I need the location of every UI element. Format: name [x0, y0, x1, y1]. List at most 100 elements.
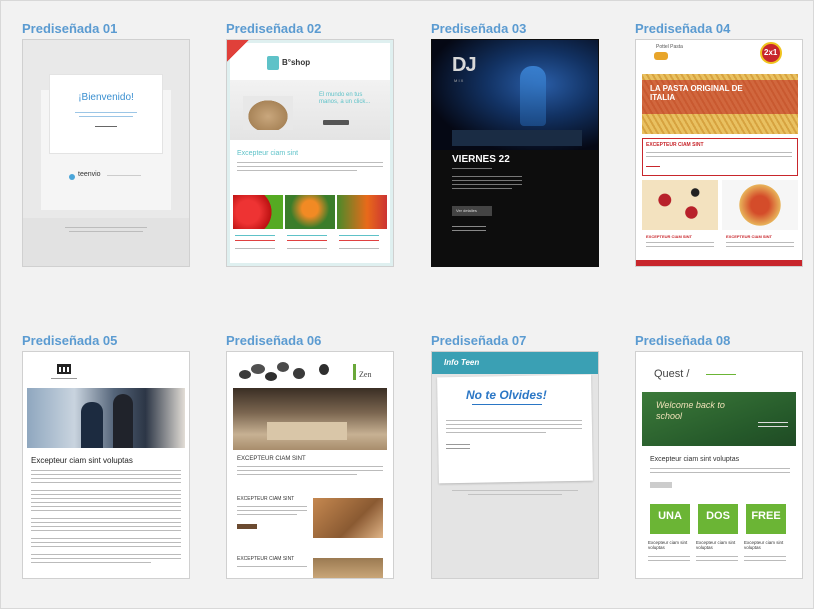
brand-logo-icon — [69, 174, 75, 180]
template-thumbnail[interactable]: Info Teen No te Olvides! — [431, 351, 599, 579]
template-title[interactable]: Prediseñada 06 — [226, 333, 321, 348]
stone-icon — [265, 372, 277, 381]
text-line — [648, 556, 690, 557]
text-line — [31, 558, 181, 559]
template-thumbnail[interactable]: Excepteur ciam sint voluptas — [22, 351, 190, 579]
bank-icon — [57, 364, 71, 374]
footer-line — [65, 227, 147, 228]
text-line — [726, 242, 794, 243]
text-line — [237, 170, 357, 171]
template-thumbnail[interactable]: Quest / Welcome back to school Excepteur… — [635, 351, 803, 579]
stone-icon — [239, 370, 251, 379]
dj-figure — [520, 66, 546, 126]
brand-name: teenvio — [78, 171, 101, 178]
text-line — [648, 560, 690, 561]
text-line — [31, 526, 181, 527]
text-line — [79, 116, 133, 117]
welcome-heading: ¡Bienvenido! — [78, 92, 134, 103]
text-line — [31, 506, 181, 507]
text-line — [452, 176, 522, 177]
template-title[interactable]: Prediseñada 03 — [431, 21, 526, 36]
person-figure — [81, 402, 103, 448]
text-line — [650, 468, 790, 469]
col1-title: EXCEPTEUR CIAM SINT — [646, 234, 693, 239]
brand-name: Pottel Pasta — [656, 44, 683, 50]
template-thumbnail[interactable]: B°shop El mundo en tus manos, a un click… — [226, 39, 394, 267]
footer-line — [468, 494, 562, 495]
template-thumbnail[interactable]: Zen EXCEPTEUR CIAM SINT EXCEPTEUR CIAM S… — [226, 351, 394, 579]
text-line — [446, 432, 546, 433]
text-line — [237, 162, 383, 163]
text-line — [31, 502, 181, 503]
courtyard-pool — [267, 422, 347, 440]
text-line — [237, 166, 383, 167]
reminder-heading: No te Olvides! — [466, 388, 547, 402]
column-3-title: Excepteur ciam sint voluptas — [744, 540, 784, 550]
template-thumbnail[interactable]: DJ M I X VIERNES 22 Ver detalles — [431, 39, 599, 267]
text-line — [744, 556, 786, 557]
section-heading: Excepteur ciam sint voluptas — [650, 456, 740, 463]
text-line — [287, 235, 327, 236]
article-heading: Excepteur ciam sint voluptas — [31, 456, 133, 465]
text-line — [75, 112, 137, 113]
text-line — [237, 470, 383, 471]
product-image-2 — [285, 195, 335, 229]
template-thumbnail[interactable]: Pottel Pasta 2x1 LA PASTA ORIGINAL DE IT… — [635, 39, 803, 267]
template-title[interactable]: Prediseñada 07 — [431, 333, 526, 348]
bow-icon — [654, 52, 668, 60]
text-line — [31, 494, 181, 495]
template-title[interactable]: Prediseñada 02 — [226, 21, 321, 36]
text-line — [237, 474, 357, 475]
footer-line — [69, 231, 143, 232]
price-line — [339, 240, 379, 241]
templates-gallery: Prediseñada 01 ¡Bienvenido! teenvio Pred… — [0, 0, 814, 609]
courtyard-photo — [233, 388, 387, 450]
text-line — [237, 466, 383, 467]
text-line — [744, 560, 786, 561]
template-title[interactable]: Prediseñada 01 — [22, 21, 117, 36]
details-button-label: Ver detalles — [456, 208, 477, 213]
stone-icon — [293, 368, 305, 379]
text-line — [446, 420, 582, 421]
badge-una-label: UNA — [658, 510, 682, 522]
footer — [23, 218, 189, 266]
heading-underline — [472, 404, 542, 405]
price-line — [287, 240, 327, 241]
text-line — [446, 428, 582, 429]
text-line — [31, 470, 181, 471]
text-line — [339, 235, 379, 236]
text-line — [31, 498, 181, 499]
chalkboard-text: Welcome back to school — [656, 400, 725, 421]
text-line — [31, 474, 181, 475]
business-photo — [27, 388, 185, 448]
template-title[interactable]: Prediseñada 05 — [22, 333, 117, 348]
text-line — [51, 378, 77, 379]
text-line — [31, 490, 181, 491]
stone-icon — [319, 364, 329, 375]
text-line — [646, 242, 714, 243]
text-line — [237, 506, 307, 507]
brand-name: Quest / — [654, 368, 690, 380]
text-line — [646, 152, 792, 153]
corner-ribbon — [227, 40, 249, 62]
dj-subtitle: M I X — [454, 78, 464, 83]
person-figure — [113, 394, 133, 448]
text-line — [31, 478, 181, 479]
text-line — [31, 542, 181, 543]
read-more-button — [650, 482, 672, 488]
text-line — [452, 168, 492, 169]
text-line — [31, 518, 181, 519]
template-title[interactable]: Prediseñada 04 — [635, 21, 730, 36]
pasta-plate-image — [722, 180, 798, 230]
spa-photo — [313, 558, 383, 578]
template-title[interactable]: Prediseñada 08 — [635, 333, 730, 348]
template-thumbnail[interactable]: ¡Bienvenido! teenvio — [22, 39, 190, 267]
text-line — [95, 126, 117, 127]
text-line — [650, 472, 790, 473]
footer-bar — [636, 260, 802, 266]
section-title: EXCEPTEUR CIAM SINT — [646, 142, 704, 148]
text-line — [31, 482, 181, 483]
sub-heading-2: EXCEPTEUR CIAM SINT — [237, 556, 295, 562]
column-2-title: Excepteur ciam sint voluptas — [696, 540, 736, 550]
sub-heading-1: EXCEPTEUR CIAM SINT — [237, 496, 295, 502]
